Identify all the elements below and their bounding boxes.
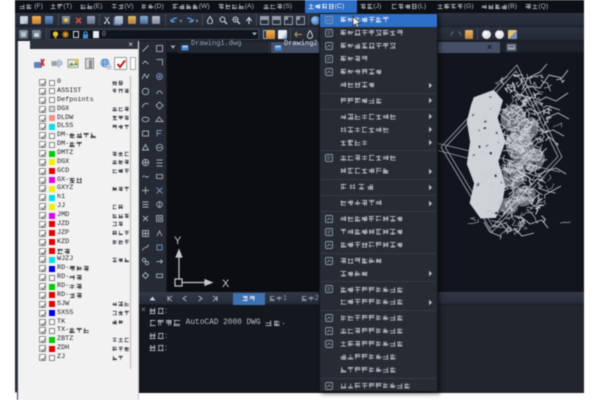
svg-text:X: X (222, 278, 230, 290)
svg-text:Y: Y (174, 235, 182, 247)
